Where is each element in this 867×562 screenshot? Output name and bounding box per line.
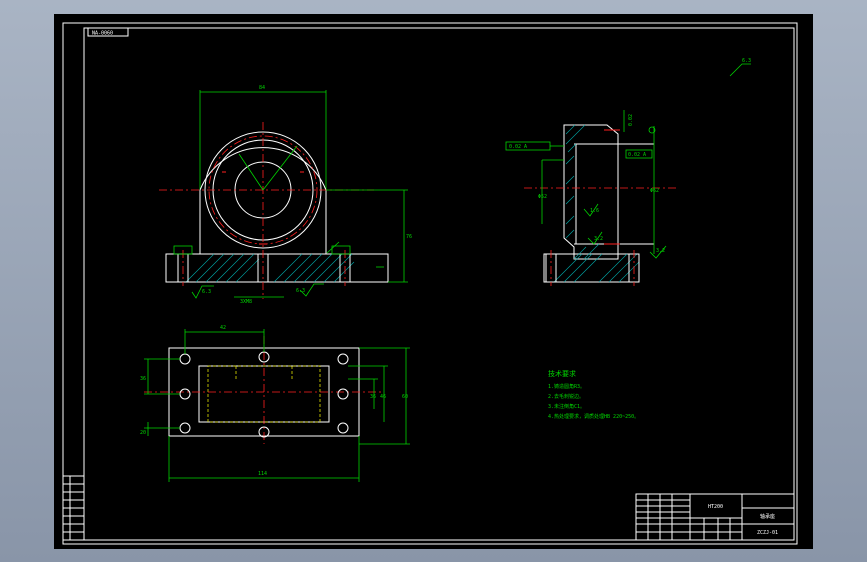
outer-border [62,22,798,545]
top-dim-left: 36 [140,376,146,382]
side-dim-vert: Φ62 [650,188,659,194]
title-block: HT200 轴承座 ZCZJ-01 [635,493,795,541]
title-mid-label: HT200 [708,504,723,510]
notes-line-2: 2.去毛刺锐边。 [548,393,584,400]
front-dim-height: 76 [406,234,412,240]
part-code: ZCZJ-01 [757,530,778,536]
side-tol-left: 0.02 A [509,144,527,150]
drawing-viewport[interactable]: NA-0060 6.3 84 76 6.3 3XM8 6.3 0.02 0.02… [54,14,813,549]
top-view: 42 36 20 36 46 60 114 [140,325,410,482]
inner-border [83,27,795,541]
side-rough-in2: 3.2 [594,236,603,242]
front-roughness-2: 6.3 [296,288,305,294]
front-roughness: 6.3 [202,289,211,295]
top-dim-right3: 60 [402,394,408,400]
notes-heading: 技术要求 [548,369,576,378]
top-dim-right1: 36 [370,394,376,400]
notes-line-4: 4.热处理要求，调质处理HB 220~250。 [548,413,639,420]
side-rough-low: 3.2 [656,248,665,254]
technical-notes: 技术要求 1.铸造圆角R3。 2.去毛刺锐边。 3.未注倒角C1。 4.热处理要… [548,369,639,420]
front-dim-top: 84 [259,85,265,91]
side-rough-in1: 1.6 [590,208,599,214]
left-side-table [62,475,85,541]
front-view: 84 76 6.3 3XM8 6.3 [159,85,412,305]
side-tol-mid: 0.02 A [628,152,646,158]
drawing-number-label: NA-0060 [92,31,113,37]
top-dim-left2: 20 [140,430,146,436]
corner-roughness-value: 6.3 [742,58,751,64]
notes-line-3: 3.未注倒角C1。 [548,403,585,410]
top-dim-top: 42 [220,325,226,331]
side-view: 0.02 0.02 A 0.02 A Φ62 Φ52 1.6 3.2 3.2 [505,110,679,286]
corner-roughness-symbol: 6.3 [729,58,751,77]
front-dim-bottom: 3XM8 [240,299,252,305]
side-dim-left: Φ52 [538,194,547,200]
side-tol-top: 0.02 [628,114,634,126]
top-dim-bottom: 114 [258,471,267,477]
top-dim-right2: 46 [380,394,386,400]
notes-line-1: 1.铸造圆角R3。 [548,383,585,390]
part-name: 轴承座 [760,513,775,520]
